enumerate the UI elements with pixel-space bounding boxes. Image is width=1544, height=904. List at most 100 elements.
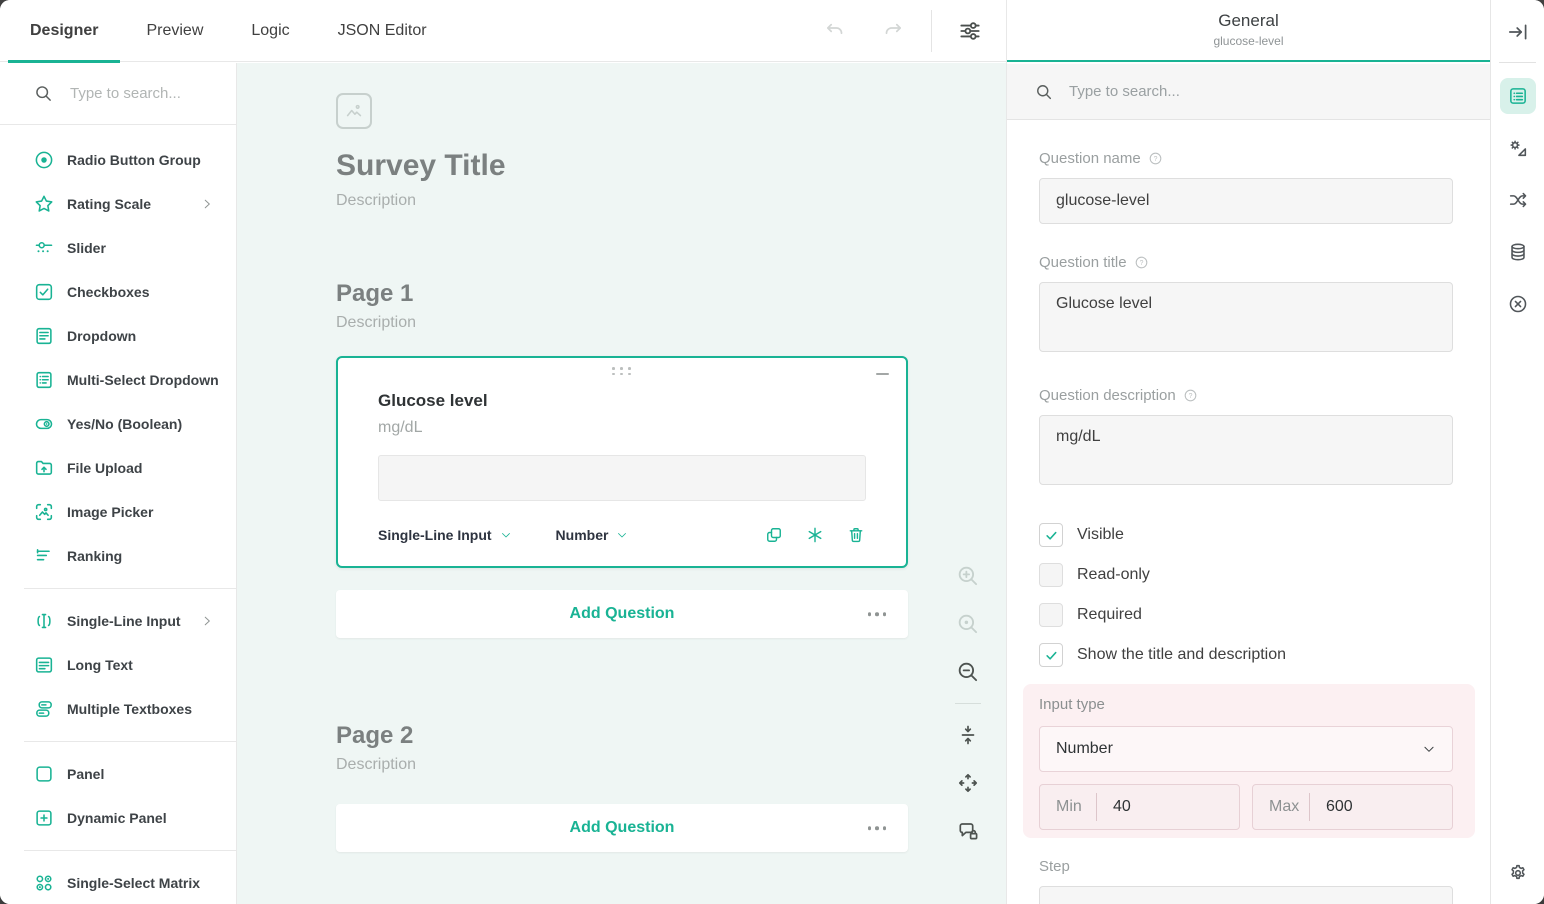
survey-logo-placeholder[interactable]: [336, 93, 372, 129]
redo-button[interactable]: [873, 11, 913, 51]
toolbox-item-radio-button-group[interactable]: Radio Button Group: [0, 138, 236, 182]
min-field[interactable]: Min 40: [1039, 784, 1240, 830]
checkbox-row-read-only[interactable]: Read-only: [1039, 563, 1453, 587]
property-search-input[interactable]: [1067, 82, 1367, 101]
long-text-icon: [33, 654, 55, 676]
page1-description[interactable]: Description: [336, 314, 908, 332]
survey-title[interactable]: Survey Title: [336, 149, 908, 183]
zoom-in-button[interactable]: [951, 559, 985, 593]
help-icon[interactable]: ?: [1134, 255, 1149, 270]
toolbox-item-ranking[interactable]: Ranking: [0, 534, 236, 578]
toolbox-item-single-select-matrix[interactable]: Single-Select Matrix: [0, 861, 236, 904]
toolbox-item-multiple-textboxes[interactable]: Multiple Textboxes: [0, 687, 236, 731]
tab-logic[interactable]: Logic: [229, 0, 311, 62]
input-type-dropdown[interactable]: Number: [1039, 726, 1453, 772]
svg-text:?: ?: [1139, 260, 1143, 267]
toolbox-item-checkboxes[interactable]: Checkboxes: [0, 270, 236, 314]
input-type-section-label: Input type: [1039, 694, 1453, 714]
max-value[interactable]: 600: [1310, 798, 1353, 816]
toolbox-item-dropdown[interactable]: Dropdown: [0, 314, 236, 358]
show-title-checkbox[interactable]: [1039, 643, 1063, 667]
min-value[interactable]: 40: [1097, 798, 1131, 816]
toolbox-search-input[interactable]: [68, 84, 208, 103]
theme-tab[interactable]: [1500, 130, 1536, 166]
page1-title[interactable]: Page 1: [336, 280, 908, 308]
toolbox-item-label: Slider: [67, 240, 106, 256]
zoom-actual-button[interactable]: [951, 607, 985, 641]
add-question-menu-icon[interactable]: [868, 612, 887, 616]
toolbox-item-long-text[interactable]: Long Text: [0, 643, 236, 687]
toolbox-item-rating-scale[interactable]: Rating Scale: [0, 182, 236, 226]
fit-page-icon: [956, 723, 980, 747]
svg-text:?: ?: [1188, 393, 1192, 400]
toolbox-item-label: Multiple Textboxes: [67, 701, 192, 717]
page-lock-button[interactable]: [951, 814, 985, 848]
close-panel-tab[interactable]: [1500, 286, 1536, 322]
step-input[interactable]: [1039, 886, 1453, 904]
toolbar-divider: [931, 10, 932, 52]
question-title[interactable]: Glucose level: [378, 358, 866, 411]
question-type-selector[interactable]: Single-Line Input: [378, 527, 512, 543]
question-title-input[interactable]: [1039, 282, 1453, 352]
delete-icon[interactable]: [846, 525, 866, 545]
toolbox-search[interactable]: [0, 63, 236, 125]
collapse-question-button[interactable]: [872, 364, 892, 384]
add-question-button-page1[interactable]: Add Question: [336, 590, 908, 638]
question-name-input[interactable]: [1039, 178, 1453, 224]
toolbox-item-label: Yes/No (Boolean): [67, 416, 182, 432]
required-checkbox[interactable]: [1039, 603, 1063, 627]
toolbox-item-boolean[interactable]: Yes/No (Boolean): [0, 402, 236, 446]
max-field[interactable]: Max 600: [1252, 784, 1453, 830]
drag-handle-icon[interactable]: [612, 367, 632, 375]
toolbox-item-dynamic-panel[interactable]: Dynamic Panel: [0, 796, 236, 840]
undo-button[interactable]: [815, 11, 855, 51]
creator-settings-button[interactable]: [950, 11, 990, 51]
chevron-right-icon[interactable]: [200, 614, 214, 628]
question-card-glucose-level[interactable]: Glucose level mg/dL Single-Line Input Nu…: [336, 356, 908, 568]
page2-title[interactable]: Page 2: [336, 722, 908, 750]
logic-tab[interactable]: [1500, 182, 1536, 218]
required-asterisk-icon[interactable]: [805, 525, 825, 545]
toolbox-item-single-line-input[interactable]: Single-Line Input: [0, 599, 236, 643]
toolbox-item-multiselect-dropdown[interactable]: Multi-Select Dropdown: [0, 358, 236, 402]
question-description[interactable]: mg/dL: [378, 419, 866, 437]
question-description-input[interactable]: [1039, 415, 1453, 485]
toolbox-item-slider[interactable]: Slider: [0, 226, 236, 270]
fit-page-button[interactable]: [951, 718, 985, 752]
question-answer-input[interactable]: [378, 455, 866, 501]
toolbox-group-divider: [24, 588, 236, 589]
add-question-button-page2[interactable]: Add Question: [336, 804, 908, 852]
help-icon[interactable]: ?: [1183, 388, 1198, 403]
move-canvas-button[interactable]: [951, 766, 985, 800]
move-cross-icon: [956, 771, 980, 795]
property-search[interactable]: [1007, 64, 1490, 120]
single-line-input-icon: [33, 610, 55, 632]
add-question-menu-icon[interactable]: [868, 826, 887, 830]
toolbox-item-file-upload[interactable]: File Upload: [0, 446, 236, 490]
collapse-panel-button[interactable]: [1500, 14, 1536, 50]
survey-creator-window: Designer Preview Logic JSON Editor: [0, 0, 1544, 904]
tab-logic-label: Logic: [251, 22, 289, 40]
chevron-right-icon[interactable]: [200, 197, 214, 211]
toolbox-item-image-picker[interactable]: Image Picker: [0, 490, 236, 534]
read-only-checkbox[interactable]: [1039, 563, 1063, 587]
visible-checkbox[interactable]: [1039, 523, 1063, 547]
tab-designer[interactable]: Designer: [8, 0, 120, 62]
toolbox-item-label: File Upload: [67, 460, 142, 476]
page2-description[interactable]: Description: [336, 756, 908, 774]
tab-preview[interactable]: Preview: [124, 0, 225, 62]
checkbox-row-visible[interactable]: Visible: [1039, 523, 1453, 547]
property-grid-tab[interactable]: [1500, 78, 1536, 114]
duplicate-icon[interactable]: [764, 525, 784, 545]
checkboxes-icon: [33, 281, 55, 303]
zoom-out-button[interactable]: [951, 655, 985, 689]
help-icon[interactable]: ?: [1148, 151, 1163, 166]
tab-json-editor[interactable]: JSON Editor: [316, 0, 449, 62]
embed-tab[interactable]: [1500, 234, 1536, 270]
checkbox-row-required[interactable]: Required: [1039, 603, 1453, 627]
toolbox-item-panel[interactable]: Panel: [0, 752, 236, 796]
settings-gear-button[interactable]: [1500, 855, 1536, 891]
input-type-selector[interactable]: Number: [556, 527, 629, 543]
survey-description[interactable]: Description: [336, 192, 908, 210]
checkbox-row-show-title-description[interactable]: Show the title and description: [1039, 643, 1453, 667]
